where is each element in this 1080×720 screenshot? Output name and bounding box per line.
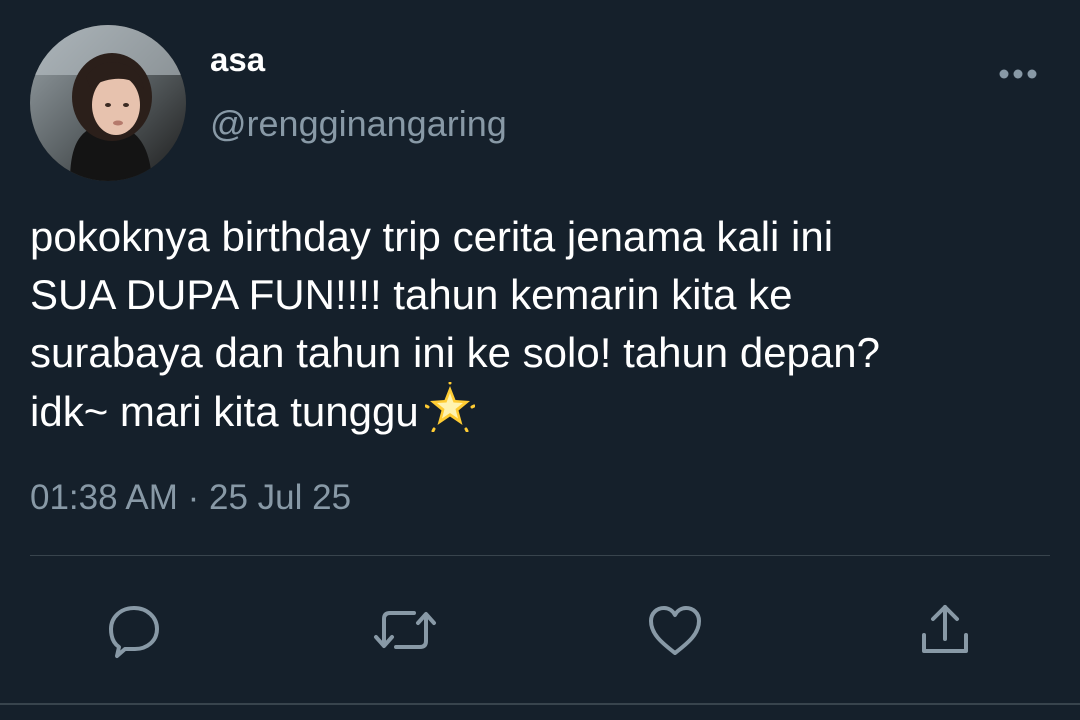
tweet-actions-bar (0, 595, 1080, 665)
tweet-text-line: SUA DUPA FUN!!!! tahun kemarin kita ke (30, 271, 793, 318)
retweet-button[interactable] (370, 595, 440, 665)
glowing-star-icon (424, 381, 476, 447)
like-button[interactable] (640, 595, 710, 665)
avatar-photo (30, 25, 186, 181)
more-dots-icon (999, 69, 1037, 79)
tweet-text-line: pokoknya birthday trip cerita jenama kal… (30, 213, 834, 260)
bottom-divider (0, 703, 1080, 705)
share-button[interactable] (910, 595, 980, 665)
more-options-button[interactable] (988, 58, 1048, 90)
tweet-text-line: surabaya dan tahun ini ke solo! tahun de… (30, 329, 880, 376)
author-handle[interactable]: @rengginangaring (210, 102, 507, 146)
tweet-text-line-last: idk~ mari kita tunggu (30, 381, 1050, 447)
reply-button[interactable] (99, 595, 169, 665)
author-display-name[interactable]: asa (210, 40, 265, 80)
divider (30, 555, 1050, 556)
tweet-text-line-content: idk~ mari kita tunggu (30, 388, 419, 435)
speech-bubble-icon (109, 606, 159, 658)
share-icon (922, 605, 968, 653)
retweet-icon (374, 611, 436, 649)
heart-icon (649, 606, 701, 655)
tweet-text: pokoknya birthday trip cerita jenama kal… (30, 208, 1050, 447)
tweet-timestamp[interactable]: 01:38 AM · 25 Jul 25 (30, 476, 351, 520)
tweet-card: asa @rengginangaring pokoknya birthday t… (0, 0, 1080, 720)
avatar[interactable] (30, 25, 186, 181)
